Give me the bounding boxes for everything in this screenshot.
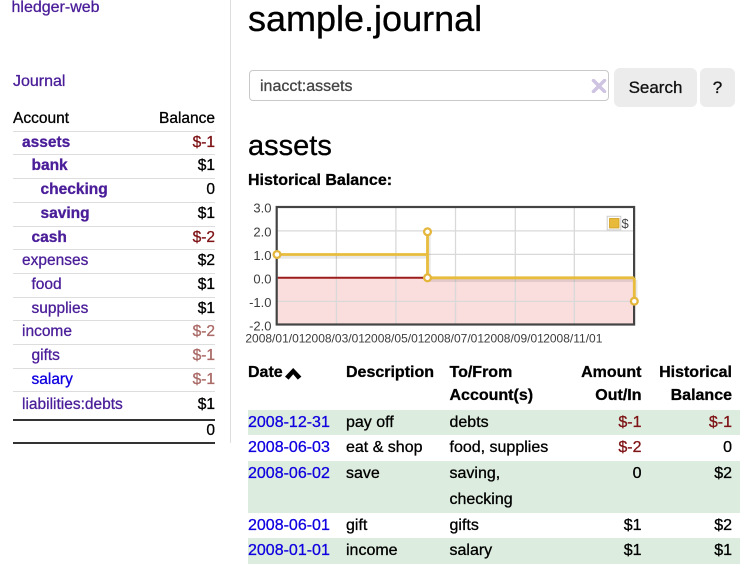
svg-text:2008/09/01: 2008/09/01 — [484, 331, 544, 345]
svg-text:1.0: 1.0 — [253, 248, 271, 263]
svg-text:2.0: 2.0 — [253, 225, 271, 240]
svg-text:-1.0: -1.0 — [249, 295, 271, 310]
svg-text:2008/11/01: 2008/11/01 — [543, 331, 602, 345]
svg-text:2008/07/01: 2008/07/01 — [424, 331, 484, 345]
svg-text:3.0: 3.0 — [253, 201, 271, 216]
svg-text:$: $ — [622, 216, 630, 231]
svg-text:2008/01/01: 2008/01/01 — [245, 331, 305, 345]
svg-text:0.0: 0.0 — [253, 272, 271, 287]
svg-text:2008/05/01: 2008/05/01 — [364, 331, 424, 345]
svg-text:2008/03/01: 2008/03/01 — [305, 331, 365, 345]
